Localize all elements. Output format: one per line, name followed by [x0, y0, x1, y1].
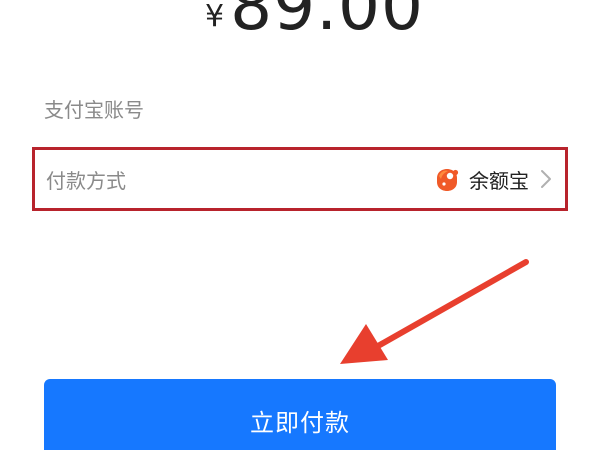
chevron-right-icon	[541, 170, 551, 188]
payment-method-row[interactable]: 付款方式 余额宝	[32, 147, 568, 211]
alipay-account-label: 支付宝账号	[44, 98, 144, 122]
payment-amount: ¥ 89.00	[205, 0, 424, 46]
payment-method-selector[interactable]: 余额宝	[433, 165, 553, 194]
payment-confirmation-screen: ¥ 89.00 支付宝账号 付款方式 余额宝 立即付款	[0, 0, 600, 450]
payment-method-label: 付款方式	[46, 168, 126, 193]
pay-now-button[interactable]: 立即付款	[44, 379, 556, 450]
amount-value: 89.00	[230, 0, 425, 45]
currency-symbol: ¥	[205, 0, 225, 34]
payment-method-value: 余额宝	[469, 168, 529, 193]
pay-now-label: 立即付款	[250, 409, 350, 437]
yuebao-icon	[437, 169, 459, 191]
